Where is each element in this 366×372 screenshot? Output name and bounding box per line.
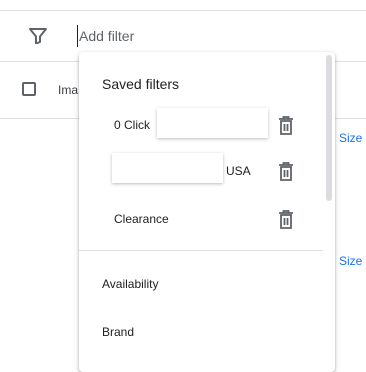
- menu-scrollbar[interactable]: [326, 55, 332, 201]
- saved-filter-label: 0 Click: [114, 118, 151, 132]
- column-header-image[interactable]: Ima: [58, 83, 78, 97]
- filter-dropdown-menu: Saved filters 0 Click USA Clearance Avai…: [79, 52, 335, 372]
- size-link[interactable]: Size: [339, 254, 362, 268]
- saved-filter-item[interactable]: Clearance: [79, 200, 335, 240]
- saved-filter-item[interactable]: 0 Click: [79, 106, 335, 146]
- filter-icon[interactable]: [29, 28, 47, 45]
- filter-option-availability[interactable]: Availability: [102, 277, 158, 291]
- menu-divider: [79, 250, 323, 251]
- delete-icon[interactable]: [278, 162, 294, 182]
- saved-filter-label: Clearance: [114, 212, 169, 226]
- saved-filter-item[interactable]: USA: [79, 152, 335, 192]
- saved-filter-value-box: [112, 153, 223, 183]
- saved-filters-heading: Saved filters: [102, 76, 180, 92]
- filter-option-brand[interactable]: Brand: [102, 325, 134, 339]
- select-all-checkbox[interactable]: [22, 82, 36, 96]
- saved-filter-label: USA: [226, 164, 251, 178]
- saved-filter-value-box: [157, 108, 268, 138]
- add-filter-input[interactable]: [77, 25, 279, 47]
- delete-icon[interactable]: [278, 210, 294, 230]
- delete-icon[interactable]: [278, 116, 294, 136]
- size-link[interactable]: Size: [339, 131, 362, 145]
